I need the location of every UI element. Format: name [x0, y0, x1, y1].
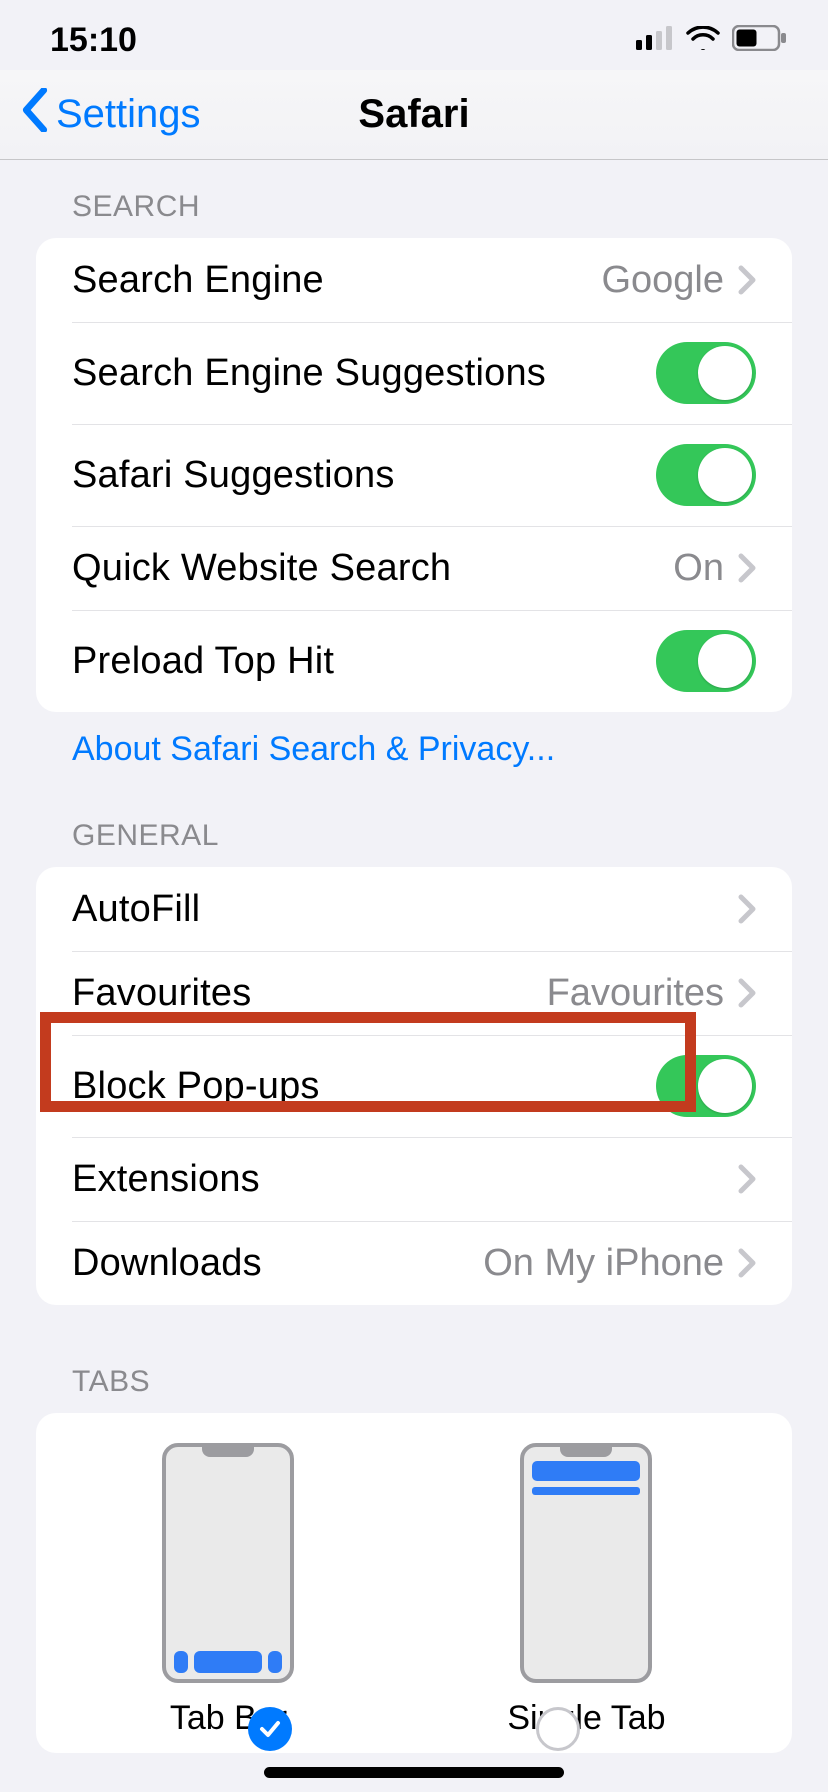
toggle-search-engine-suggestions[interactable]: [656, 342, 756, 404]
nav-bar: Settings Safari: [0, 70, 828, 160]
row-quick-website-search[interactable]: Quick Website Search On: [36, 526, 792, 610]
label-search-engine-suggestions: Search Engine Suggestions: [72, 352, 546, 395]
home-indicator: [264, 1767, 564, 1778]
value-quick-website-search: On: [673, 547, 724, 590]
group-tabs: Tab Bar Single Tab: [36, 1413, 792, 1753]
value-favourites: Favourites: [547, 972, 724, 1015]
row-safari-suggestions: Safari Suggestions: [36, 424, 792, 526]
group-search: Search Engine Google Search Engine Sugge…: [36, 238, 792, 712]
radio-single-tab[interactable]: [536, 1707, 580, 1751]
toggle-safari-suggestions[interactable]: [656, 444, 756, 506]
label-downloads: Downloads: [72, 1242, 262, 1285]
section-header-search: SEARCH: [0, 160, 828, 238]
row-autofill[interactable]: AutoFill: [36, 867, 792, 951]
wifi-icon: [686, 26, 720, 55]
row-search-engine-suggestions: Search Engine Suggestions: [36, 322, 792, 424]
label-favourites: Favourites: [72, 972, 251, 1015]
chevron-right-icon: [738, 894, 756, 924]
radio-tab-bar-selected[interactable]: [248, 1707, 292, 1751]
row-favourites[interactable]: Favourites Favourites: [36, 951, 792, 1035]
value-downloads: On My iPhone: [483, 1242, 724, 1285]
row-search-engine[interactable]: Search Engine Google: [36, 238, 792, 322]
chevron-right-icon: [738, 553, 756, 583]
label-search-engine: Search Engine: [72, 259, 324, 302]
group-general: AutoFill Favourites Favourites Block Pop…: [36, 867, 792, 1305]
label-preload-top-hit: Preload Top Hit: [72, 640, 334, 683]
section-header-tabs: TABS: [0, 1305, 828, 1413]
cell-signal-icon: [636, 26, 674, 55]
page-title: Safari: [358, 92, 469, 137]
row-preload-top-hit: Preload Top Hit: [36, 610, 792, 712]
chevron-right-icon: [738, 978, 756, 1008]
value-search-engine: Google: [601, 259, 724, 302]
phone-mock-tab-bar: [162, 1443, 294, 1683]
status-time: 15:10: [50, 21, 137, 60]
chevron-right-icon: [738, 1248, 756, 1278]
chevron-left-icon: [20, 88, 50, 142]
label-extensions: Extensions: [72, 1158, 260, 1201]
row-block-popups: Block Pop-ups: [36, 1035, 792, 1137]
status-icons: [636, 25, 788, 56]
label-autofill: AutoFill: [72, 888, 200, 931]
toggle-preload-top-hit[interactable]: [656, 630, 756, 692]
chevron-right-icon: [738, 1164, 756, 1194]
row-downloads[interactable]: Downloads On My iPhone: [36, 1221, 792, 1305]
chevron-right-icon: [738, 265, 756, 295]
row-extensions[interactable]: Extensions: [36, 1137, 792, 1221]
label-safari-suggestions: Safari Suggestions: [72, 454, 395, 497]
back-button[interactable]: Settings: [20, 88, 201, 142]
battery-icon: [732, 25, 788, 56]
toggle-block-popups[interactable]: [656, 1055, 756, 1117]
status-bar: 15:10: [0, 0, 828, 70]
about-search-privacy-link[interactable]: About Safari Search & Privacy...: [0, 712, 828, 773]
label-quick-website-search: Quick Website Search: [72, 547, 451, 590]
phone-mock-single-tab: [520, 1443, 652, 1683]
section-header-general: GENERAL: [0, 773, 828, 867]
back-label: Settings: [56, 92, 201, 137]
label-block-popups: Block Pop-ups: [72, 1065, 320, 1108]
